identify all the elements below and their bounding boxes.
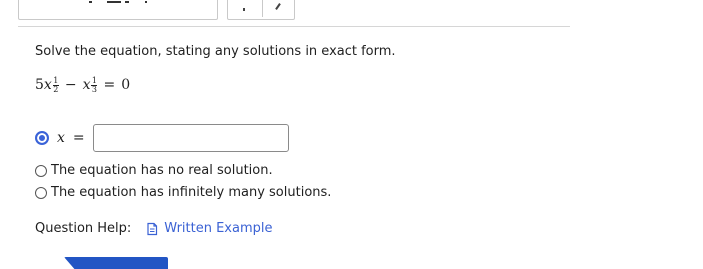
tool-icon[interactable] bbox=[243, 8, 245, 11]
minus-sign: − bbox=[64, 77, 77, 93]
option-infinitely-many-solutions[interactable]: The equation has infinitely many solutio… bbox=[35, 185, 331, 200]
exponent-one-third: 13 bbox=[91, 76, 98, 94]
option-solution[interactable]: x = bbox=[35, 124, 289, 152]
coefficient: 5 bbox=[35, 77, 44, 93]
exponent-denominator: 2 bbox=[53, 85, 59, 94]
variable: x bbox=[43, 77, 52, 93]
document-icon[interactable] bbox=[145, 222, 159, 236]
option-label: The equation has infinitely many solutio… bbox=[51, 185, 332, 200]
toolbar-divider bbox=[262, 0, 263, 17]
option-no-real-solution[interactable]: The equation has no real solution. bbox=[35, 163, 273, 178]
question-help: Question Help: Written Example bbox=[35, 221, 273, 236]
question-prompt: Solve the equation, stating any solution… bbox=[35, 44, 396, 59]
question-help-label: Question Help: bbox=[35, 221, 132, 236]
option-radio-selected[interactable] bbox=[35, 131, 49, 145]
answer-input[interactable] bbox=[92, 124, 289, 152]
submit-button-partial[interactable] bbox=[64, 257, 168, 269]
math-tools-toolbar[interactable] bbox=[227, 0, 295, 20]
option-label: The equation has no real solution. bbox=[51, 163, 273, 178]
equation: 5x 1 2− x 1 3 = 0 bbox=[35, 77, 130, 94]
option-radio[interactable] bbox=[35, 186, 47, 199]
variable: x bbox=[82, 77, 91, 93]
exponent-numerator: 1 bbox=[91, 76, 98, 85]
exponent-one-half: 12 bbox=[52, 76, 59, 94]
clipped-text bbox=[89, 1, 147, 3]
option-radio[interactable] bbox=[35, 164, 47, 177]
exponent-numerator: 1 bbox=[53, 76, 59, 85]
previous-answer-field[interactable] bbox=[18, 0, 218, 20]
answer-variable: x bbox=[57, 130, 65, 146]
written-example-link[interactable]: Written Example bbox=[164, 221, 272, 236]
right-hand-side: 0 bbox=[121, 77, 131, 93]
equals-sign: = bbox=[103, 77, 116, 93]
answer-equals: = bbox=[72, 130, 85, 146]
exponent-denominator: 3 bbox=[91, 85, 98, 94]
tool-icon[interactable] bbox=[275, 3, 281, 10]
section-divider bbox=[18, 26, 570, 27]
